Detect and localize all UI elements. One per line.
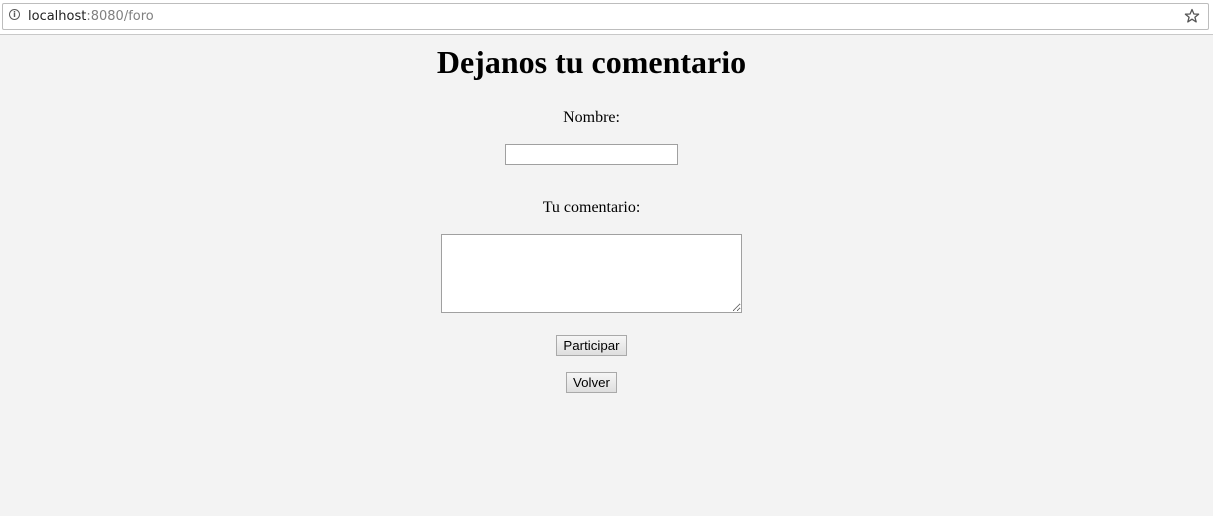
url-text[interactable]: localhost:8080/foro bbox=[28, 8, 154, 25]
browser-toolbar: i localhost:8080/foro bbox=[0, 0, 1213, 35]
info-icon[interactable]: i bbox=[9, 9, 20, 20]
comment-textarea[interactable] bbox=[441, 234, 742, 313]
volver-button[interactable]: Volver bbox=[566, 372, 617, 393]
page-content: Dejanos tu comentario Nombre: Tu comenta… bbox=[0, 35, 1183, 516]
participar-button[interactable]: Participar bbox=[556, 335, 627, 356]
address-bar[interactable]: i localhost:8080/foro bbox=[2, 3, 1209, 30]
comment-label: Tu comentario: bbox=[542, 199, 641, 216]
url-host: localhost bbox=[28, 9, 87, 24]
name-input[interactable] bbox=[505, 144, 678, 165]
url-path: :8080/foro bbox=[86, 9, 154, 24]
page-title: Dejanos tu comentario bbox=[436, 44, 747, 80]
name-label: Nombre: bbox=[563, 109, 620, 126]
star-icon[interactable] bbox=[1184, 8, 1200, 24]
